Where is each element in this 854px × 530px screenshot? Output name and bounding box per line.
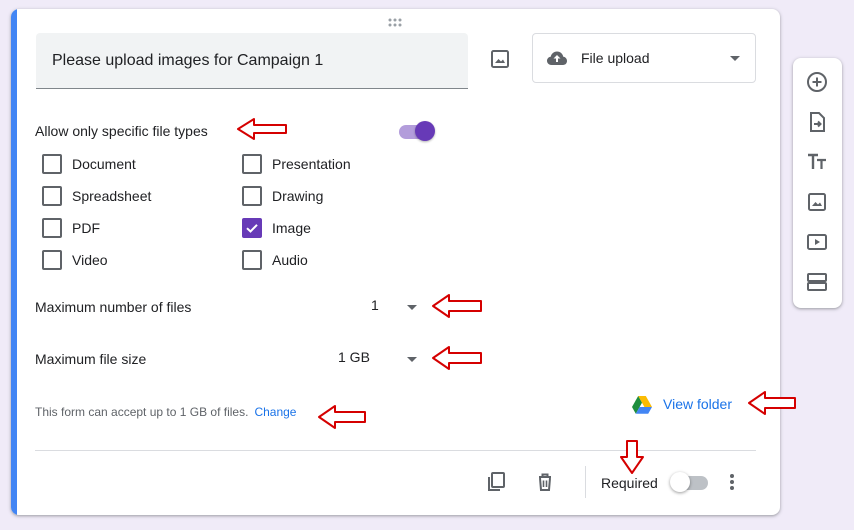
checkbox[interactable] bbox=[42, 218, 62, 238]
checkmark-icon bbox=[246, 224, 258, 233]
checkbox[interactable] bbox=[42, 154, 62, 174]
more-vert-icon[interactable] bbox=[720, 470, 744, 494]
required-label: Required bbox=[601, 475, 658, 491]
toggle-thumb bbox=[670, 472, 690, 492]
file-limit-note: This form can accept up to 1 GB of files… bbox=[35, 405, 296, 419]
section-icon[interactable] bbox=[805, 270, 829, 294]
max-size-value: 1 GB bbox=[338, 349, 370, 365]
footer-divider bbox=[35, 450, 756, 451]
annotation-arrow-icon bbox=[748, 391, 796, 415]
view-folder-link[interactable]: View folder bbox=[630, 393, 750, 417]
max-files-label: Maximum number of files bbox=[35, 299, 192, 315]
required-toggle[interactable] bbox=[670, 472, 710, 492]
annotation-arrow-icon bbox=[432, 294, 482, 318]
copy-icon[interactable] bbox=[484, 470, 508, 494]
max-size-label: Maximum file size bbox=[35, 351, 147, 367]
file-type-label: Image bbox=[272, 220, 311, 236]
toggle-thumb bbox=[415, 121, 435, 141]
image-icon[interactable] bbox=[805, 190, 829, 214]
footer-vertical-divider bbox=[585, 466, 586, 498]
file-type-label: Document bbox=[72, 156, 136, 172]
annotation-arrow-icon bbox=[432, 346, 482, 370]
add-circle-icon[interactable] bbox=[805, 70, 829, 94]
view-folder-label: View folder bbox=[663, 396, 733, 412]
question-type-dropdown[interactable]: File upload bbox=[532, 33, 756, 83]
annotation-arrow-icon bbox=[318, 405, 366, 429]
checkbox[interactable] bbox=[42, 250, 62, 270]
checkbox[interactable] bbox=[242, 154, 262, 174]
checkbox-checked[interactable] bbox=[242, 218, 262, 238]
trash-icon[interactable] bbox=[533, 470, 557, 494]
checkbox[interactable] bbox=[242, 186, 262, 206]
question-title-input[interactable]: Please upload images for Campaign 1 bbox=[36, 33, 468, 89]
chevron-down-icon bbox=[400, 347, 424, 376]
import-icon[interactable] bbox=[805, 110, 829, 134]
chevron-down-icon bbox=[723, 46, 747, 75]
file-type-label: Drawing bbox=[272, 188, 324, 204]
question-card: Please upload images for Campaign 1 File… bbox=[11, 9, 780, 515]
allow-file-types-toggle[interactable] bbox=[399, 121, 439, 141]
annotation-arrow-icon bbox=[620, 440, 644, 474]
title-icon[interactable] bbox=[805, 150, 829, 174]
side-toolbar bbox=[793, 58, 842, 308]
question-type-label: File upload bbox=[581, 50, 650, 66]
checkbox[interactable] bbox=[242, 250, 262, 270]
file-type-label: PDF bbox=[72, 220, 100, 236]
max-files-value: 1 bbox=[371, 297, 379, 313]
file-type-label: Spreadsheet bbox=[72, 188, 152, 204]
file-limit-text: This form can accept up to 1 GB of files… bbox=[35, 405, 249, 419]
image-icon[interactable] bbox=[488, 47, 512, 71]
file-type-label: Video bbox=[72, 252, 108, 268]
google-drive-icon bbox=[630, 393, 654, 422]
file-type-label: Presentation bbox=[272, 156, 351, 172]
chevron-down-icon bbox=[400, 295, 424, 324]
cloud-upload-icon bbox=[545, 46, 569, 75]
max-size-select[interactable]: 1 GB bbox=[338, 347, 428, 371]
change-link[interactable]: Change bbox=[254, 405, 296, 419]
card-accent-bar bbox=[11, 9, 17, 515]
file-type-label: Audio bbox=[272, 252, 308, 268]
drag-handle-icon[interactable] bbox=[388, 15, 404, 33]
allow-file-types-label: Allow only specific file types bbox=[35, 123, 208, 139]
question-title-text: Please upload images for Campaign 1 bbox=[52, 52, 324, 69]
video-icon[interactable] bbox=[805, 230, 829, 254]
annotation-arrow-icon bbox=[237, 118, 287, 140]
checkbox[interactable] bbox=[42, 186, 62, 206]
